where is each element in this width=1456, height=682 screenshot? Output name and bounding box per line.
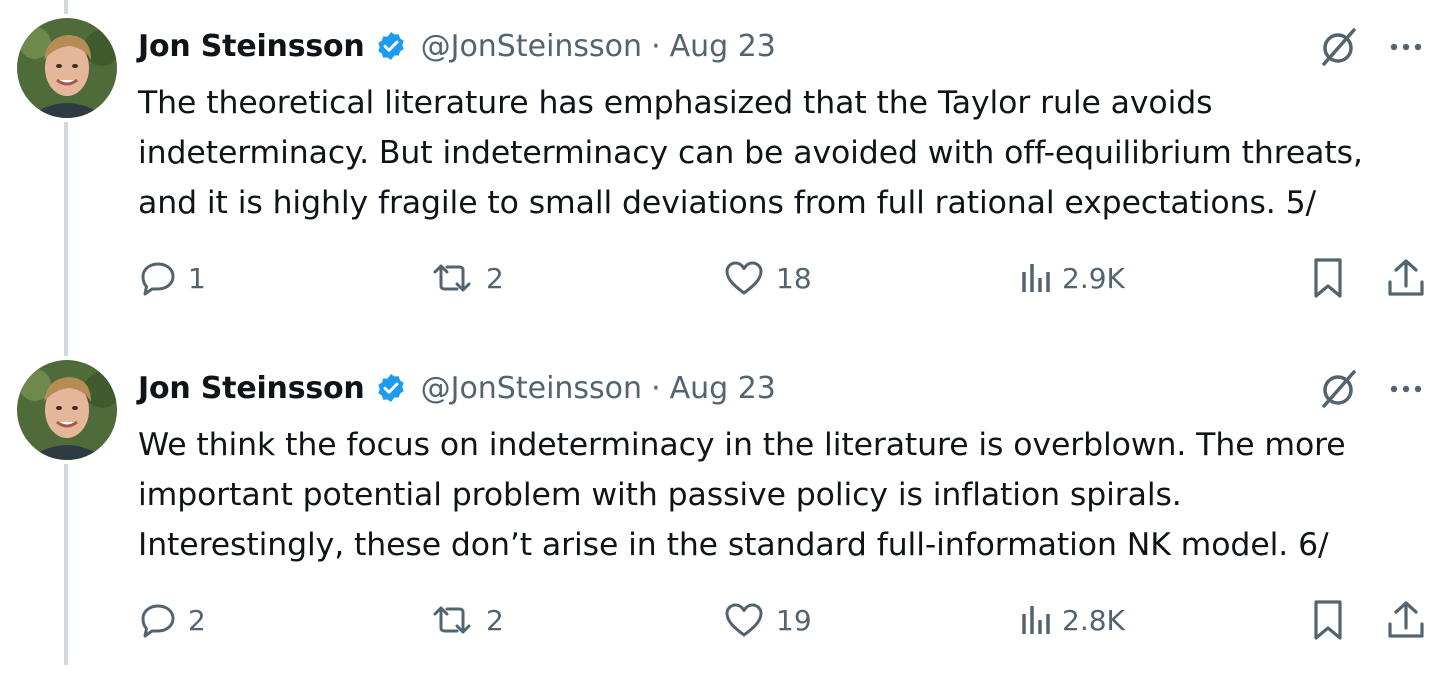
grok-icon[interactable]: [1314, 364, 1364, 414]
separator: ·: [651, 370, 661, 406]
like-button[interactable]: 18: [722, 256, 812, 300]
views-icon: [1022, 264, 1050, 292]
bookmark-icon: [1314, 600, 1342, 640]
views-button[interactable]: 2.8K: [1018, 598, 1125, 642]
tweet-text-line: The theoretical literature has emphasize…: [138, 85, 1213, 121]
more-icon[interactable]: [1381, 22, 1431, 72]
tweet-text-line: important potential problem with passive…: [138, 477, 1182, 513]
reply-count: 1: [188, 261, 206, 295]
share-button[interactable]: [1384, 598, 1428, 642]
tweet-text-line: Interestingly, these don’t arise in the …: [138, 527, 1329, 563]
repost-icon: [433, 264, 471, 292]
reply-icon: [141, 604, 175, 638]
tweet-date[interactable]: Aug 23: [670, 371, 776, 406]
tweet-text-line: indeterminacy. But indeterminacy can be …: [138, 135, 1363, 171]
bookmark-button[interactable]: [1308, 256, 1348, 300]
tweet-6[interactable]: Jon Steinsson @JonSteinsson · Aug 23 We …: [0, 342, 1456, 682]
reply-button[interactable]: 1: [138, 256, 206, 300]
avatar[interactable]: [17, 18, 117, 118]
bookmark-button[interactable]: [1308, 598, 1348, 642]
tweet-text: We think the focus on indeterminacy in t…: [138, 420, 1438, 570]
tweet-5[interactable]: Jon Steinsson @JonSteinsson · Aug 23 The…: [0, 0, 1456, 340]
share-icon: [1388, 259, 1424, 296]
like-button[interactable]: 19: [722, 598, 812, 642]
like-icon: [725, 603, 763, 637]
reply-icon: [141, 262, 175, 296]
grok-icon[interactable]: [1314, 22, 1364, 72]
tweet-actions: 2 2 19 2.8K: [0, 598, 1456, 642]
author-handle[interactable]: @JonSteinsson: [421, 371, 642, 406]
like-icon: [725, 261, 763, 295]
tweet-text-line: We think the focus on indeterminacy in t…: [138, 427, 1346, 463]
tweet-text: The theoretical literature has emphasize…: [138, 78, 1438, 228]
author-name[interactable]: Jon Steinsson: [138, 29, 365, 64]
verified-badge-icon[interactable]: [375, 372, 407, 404]
tweet-header: Jon Steinsson @JonSteinsson · Aug 23: [138, 24, 776, 68]
reply-button[interactable]: 2: [138, 598, 206, 642]
repost-count: 2: [486, 603, 504, 637]
verified-badge-icon[interactable]: [375, 30, 407, 62]
repost-button[interactable]: 2: [428, 598, 504, 642]
author-handle[interactable]: @JonSteinsson: [421, 29, 642, 64]
bookmark-icon: [1314, 258, 1342, 298]
tweet-header: Jon Steinsson @JonSteinsson · Aug 23: [138, 366, 776, 410]
share-button[interactable]: [1384, 256, 1428, 300]
reply-count: 2: [188, 603, 206, 637]
views-button[interactable]: 2.9K: [1018, 256, 1125, 300]
tweet-actions: 1 2 18 2.9K: [0, 256, 1456, 300]
avatar[interactable]: [17, 360, 117, 460]
share-icon: [1388, 601, 1424, 638]
separator: ·: [651, 28, 661, 64]
repost-button[interactable]: 2: [428, 256, 504, 300]
like-count: 18: [776, 261, 812, 295]
views-count: 2.8K: [1062, 603, 1125, 637]
repost-count: 2: [486, 261, 504, 295]
views-count: 2.9K: [1062, 261, 1125, 295]
more-icon[interactable]: [1381, 364, 1431, 414]
like-count: 19: [776, 603, 812, 637]
repost-icon: [433, 606, 471, 634]
views-icon: [1022, 606, 1050, 634]
author-name[interactable]: Jon Steinsson: [138, 371, 365, 406]
tweet-text-line: and it is highly fragile to small deviat…: [138, 185, 1317, 221]
tweet-date[interactable]: Aug 23: [670, 29, 776, 64]
